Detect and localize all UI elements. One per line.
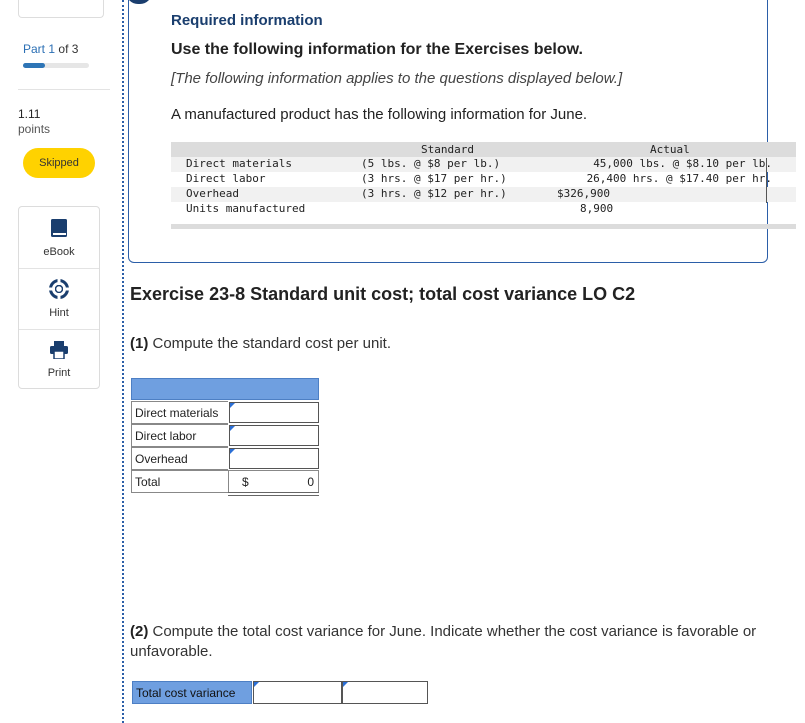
print-button[interactable]: Print: [19, 329, 99, 390]
direct-labor-input[interactable]: [229, 425, 319, 446]
row-standard: (5 lbs. @ $8 per lb.): [361, 157, 501, 170]
variance-amount-input[interactable]: [253, 681, 342, 704]
row-item: Units manufactured: [186, 202, 306, 215]
previous-card: [18, 0, 104, 18]
part-total: of 3: [58, 42, 79, 56]
total-cost-variance-label: Total cost variance: [132, 681, 252, 704]
part-prefix: Part: [23, 42, 46, 56]
table-row: Direct labor: [131, 424, 319, 447]
hint-label: Hint: [49, 306, 69, 319]
row-actual: $326,900: [557, 187, 610, 200]
sidebar-divider: [18, 89, 110, 90]
row-standard: (3 hrs. @ $17 per hr.): [361, 172, 507, 185]
points-label: points: [18, 122, 51, 136]
question-1-number: (1): [130, 335, 149, 352]
table-row: Units manufactured 8,900: [171, 202, 796, 217]
row-item: Direct materials: [186, 157, 292, 170]
print-label: Print: [47, 366, 71, 379]
content-divider: [122, 0, 124, 723]
table-row: Direct materials (5 lbs. @ $8 per lb.) 4…: [171, 157, 796, 172]
ebook-label: eBook: [43, 245, 75, 258]
total-label: Total: [131, 470, 228, 493]
table-row: Overhead (3 hrs. @ $12 per hr.) $326,900: [171, 187, 796, 202]
table-row: Direct materials: [131, 401, 319, 424]
total-currency: $: [242, 475, 249, 489]
overhead-input[interactable]: [229, 448, 319, 469]
table-footer-band: [171, 224, 796, 229]
row-standard: (3 hrs. @ $12 per hr.): [361, 187, 507, 200]
row-label: Direct materials: [131, 401, 228, 424]
header-actual: Actual: [650, 143, 690, 156]
hint-button[interactable]: Hint: [19, 268, 99, 329]
part-current: 1: [48, 42, 56, 56]
question-1: (1) Compute the standard cost per unit.: [130, 335, 391, 352]
info-intro: A manufactured product has the following…: [171, 106, 588, 123]
question-2-number: (2): [130, 623, 149, 640]
table-row: Direct labor (3 hrs. @ $17 per hr.) 26,4…: [171, 172, 796, 187]
required-info-heading: Required information: [171, 12, 323, 29]
header-standard: Standard: [421, 143, 474, 156]
total-row: Total $ 0: [131, 470, 319, 496]
cost-table-header: [131, 378, 319, 400]
direct-materials-input[interactable]: [229, 402, 319, 423]
variance-type-select[interactable]: [342, 681, 428, 704]
tools-panel: eBook Hint Print: [18, 206, 100, 389]
row-label: Direct labor: [131, 424, 228, 447]
row-actual: 8,900: [580, 202, 614, 215]
row-label: Overhead: [131, 447, 228, 470]
total-value: 0: [307, 475, 314, 489]
row-item: Direct labor: [186, 172, 266, 185]
lifebuoy-icon: [49, 278, 69, 302]
part-indicator: Part 1 of 3: [23, 42, 78, 56]
points-value: 1.11: [18, 107, 41, 121]
ebook-button[interactable]: eBook: [19, 207, 99, 268]
info-subheading: Use the following information for the Ex…: [171, 41, 583, 58]
standard-actual-table: Standard Actual Direct materials (5 lbs.…: [171, 142, 796, 229]
question-sidebar: Part 1 of 3 1.11 points Skipped eBook Hi…: [0, 0, 118, 723]
part-progress-fill: [23, 63, 45, 68]
table-row: Overhead: [131, 447, 319, 470]
printer-icon: [49, 340, 69, 362]
question-1-text: Compute the standard cost per unit.: [148, 335, 391, 352]
row-actual: 45,000 lbs. @ $8.10 per lb.: [593, 157, 772, 170]
row-actual: 26,400 hrs. @ $17.40 per hr.: [586, 172, 772, 185]
question-2: (2) Compute the total cost variance for …: [130, 622, 800, 662]
total-cell: $ 0: [228, 470, 319, 496]
row-item: Overhead: [186, 187, 239, 200]
part-progress-bar: [23, 63, 89, 68]
exercise-title: Exercise 23-8 Standard unit cost; total …: [130, 284, 636, 304]
status-badge: Skipped: [23, 148, 95, 178]
book-icon: [50, 218, 68, 241]
table-edge-line: [766, 158, 767, 203]
question-2-text: Compute the total cost variance for June…: [130, 623, 757, 660]
info-note: [The following information applies to th…: [171, 70, 623, 87]
table-header-band: [171, 142, 796, 157]
